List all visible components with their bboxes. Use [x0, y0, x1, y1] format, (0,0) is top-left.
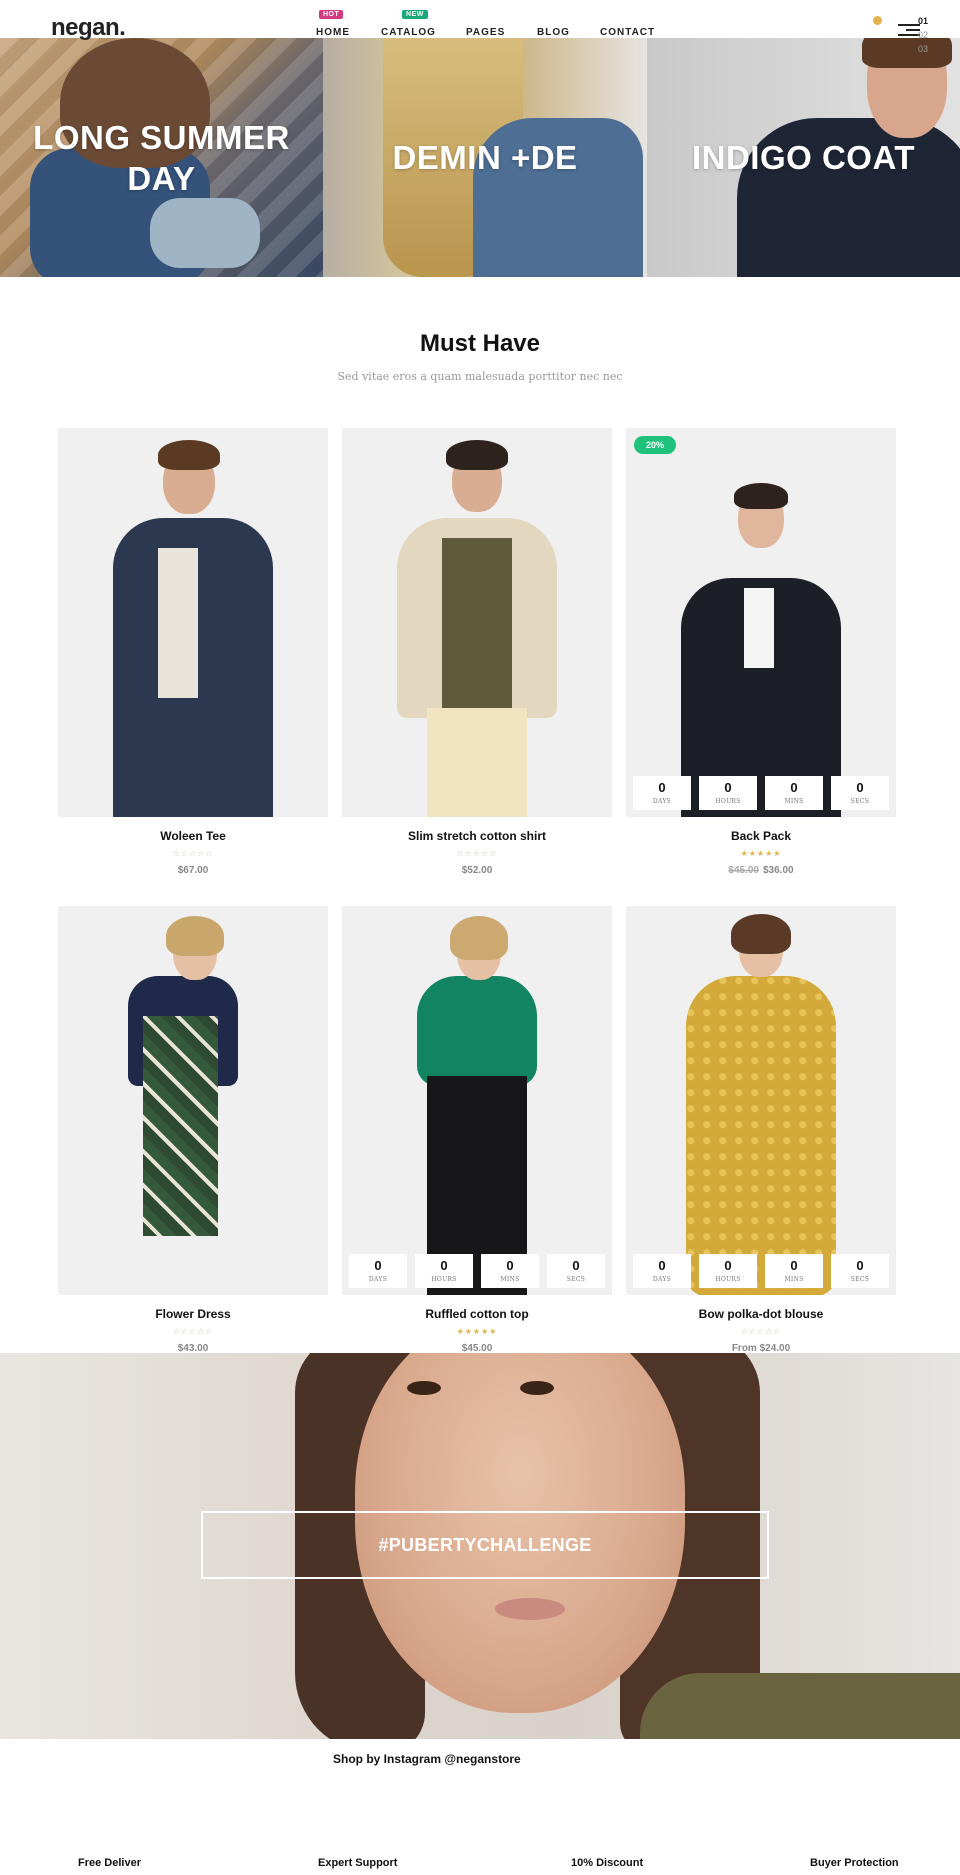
sale-badge: 20%	[634, 436, 677, 454]
product-image[interactable]: 0 DAYS 0 HOURS 0 MINS 0 SECS	[626, 906, 896, 1295]
feature-free-delivery: Free Deliver	[78, 1857, 141, 1869]
product-price: $52.00	[461, 865, 493, 876]
nav-pages[interactable]: PAGES	[466, 27, 505, 38]
product-name[interactable]: Slim stretch cotton shirt	[342, 829, 612, 843]
countdown-hours: 0 HOURS	[415, 1254, 473, 1288]
product-card[interactable]: 0 DAYS 0 HOURS 0 MINS 0 SECS Ruffled cotton …	[342, 906, 612, 1354]
site-header: negan. HOT HOME NEW CATALOG PAGES BLOG C…	[0, 0, 960, 54]
hero-panel-indigo[interactable]: INDIGO COAT	[647, 38, 960, 277]
feature-expert-support: Expert Support	[318, 1857, 398, 1869]
product-name[interactable]: Woleen Tee	[58, 829, 328, 843]
feature-discount: 10% Discount	[571, 1857, 644, 1869]
nav-catalog-label: CATALOG	[381, 27, 436, 38]
product-image[interactable]: 0 DAYS 0 HOURS 0 MINS 0 SECS	[342, 906, 612, 1295]
countdown-secs: 0 SECS	[831, 1254, 889, 1288]
star-rating: ☆☆☆☆☆	[740, 1327, 782, 1336]
nav-contact[interactable]: CONTACT	[600, 27, 655, 38]
countdown-secs: 0 SECS	[547, 1254, 605, 1288]
product-price: $67.00	[177, 865, 209, 876]
site-logo[interactable]: negan.	[51, 16, 126, 40]
nav-pages-label: PAGES	[466, 27, 506, 38]
countdown-days: 0 DAYS	[633, 1254, 691, 1288]
hero-title: DEMIN +DE	[392, 139, 578, 176]
product-image[interactable]	[58, 906, 328, 1295]
product-name[interactable]: Back Pack	[626, 829, 896, 843]
countdown-hours: 0 HOURS	[699, 1254, 757, 1288]
star-rating: ☆☆☆☆☆	[456, 849, 498, 858]
product-card[interactable]: 0 DAYS 0 HOURS 0 MINS 0 SECS Bow polka-dot b…	[626, 906, 896, 1354]
product-price: $45.00 $36.00	[728, 865, 794, 876]
star-rating: ★★★★★	[456, 1327, 498, 1336]
star-rating: ☆☆☆☆☆	[172, 1327, 214, 1336]
slide-index-2[interactable]: 02	[918, 28, 928, 42]
product-name[interactable]: Ruffled cotton top	[342, 1307, 612, 1321]
product-card[interactable]: 20% 0 DAYS 0 HOURS 0 MINS 0 SECS Back Pack ★…	[626, 428, 896, 876]
product-card[interactable]: Woleen Tee ☆☆☆☆☆ $67.00	[58, 428, 328, 876]
nav-contact-label: CONTACT	[600, 27, 656, 38]
slide-pagination: 01 02 03	[918, 14, 928, 56]
countdown-mins: 0 MINS	[765, 1254, 823, 1288]
countdown-timer: 0 DAYS 0 HOURS 0 MINS 0 SECS	[633, 1254, 889, 1288]
section-subtitle: Sed vitae eros a quam malesuada porttito…	[337, 370, 623, 383]
cart-count-badge[interactable]	[873, 16, 882, 25]
countdown-days: 0 DAYS	[349, 1254, 407, 1288]
countdown-hours: 0 HOURS	[699, 776, 757, 810]
countdown-days: 0 DAYS	[633, 776, 691, 810]
product-name[interactable]: Bow polka-dot blouse	[626, 1307, 896, 1321]
countdown-mins: 0 MINS	[765, 776, 823, 810]
product-card[interactable]: Flower Dress ☆☆☆☆☆ $43.00	[58, 906, 328, 1354]
star-rating: ☆☆☆☆☆	[172, 849, 214, 858]
hamburger-menu-icon[interactable]	[898, 24, 920, 36]
hero-banner: LONG SUMMER DAY DEMIN +DE INDIGO COAT	[0, 38, 960, 277]
instagram-banner: #PUBERTYCHALLENGE	[0, 1353, 960, 1739]
product-card[interactable]: Slim stretch cotton shirt ☆☆☆☆☆ $52.00	[342, 428, 612, 876]
hot-badge: HOT	[319, 10, 344, 19]
feature-buyer-protection: Buyer Protection	[810, 1857, 899, 1869]
hero-panel-denim[interactable]: DEMIN +DE	[323, 38, 647, 277]
instagram-caption[interactable]: Shop by Instagram @neganstore	[333, 1752, 521, 1766]
countdown-mins: 0 MINS	[481, 1254, 539, 1288]
slide-index-3[interactable]: 03	[918, 42, 928, 56]
countdown-secs: 0 SECS	[831, 776, 889, 810]
nav-blog[interactable]: BLOG	[537, 27, 570, 38]
hero-title: LONG SUMMER DAY	[33, 118, 290, 197]
product-name[interactable]: Flower Dress	[58, 1307, 328, 1321]
hero-title: INDIGO COAT	[691, 139, 916, 176]
countdown-timer: 0 DAYS 0 HOURS 0 MINS 0 SECS	[349, 1254, 605, 1288]
hero-panel-summer[interactable]: LONG SUMMER DAY	[0, 38, 323, 277]
nav-blog-label: BLOG	[537, 27, 570, 38]
nav-catalog[interactable]: NEW CATALOG	[381, 10, 436, 38]
instagram-hashtag: #PUBERTYCHALLENGE	[378, 1534, 592, 1555]
new-badge: NEW	[402, 10, 428, 19]
nav-home-label: HOME	[316, 27, 350, 38]
product-image[interactable]	[342, 428, 612, 817]
instagram-hashtag-button[interactable]: #PUBERTYCHALLENGE	[201, 1511, 769, 1579]
old-price: $45.00	[728, 865, 759, 876]
nav-home[interactable]: HOT HOME	[316, 10, 350, 38]
product-image[interactable]: 20% 0 DAYS 0 HOURS 0 MINS 0 SECS	[626, 428, 896, 817]
product-image[interactable]	[58, 428, 328, 817]
section-title: Must Have	[419, 330, 541, 357]
star-rating: ★★★★★	[740, 849, 782, 858]
countdown-timer: 0 DAYS 0 HOURS 0 MINS 0 SECS	[633, 776, 889, 810]
slide-index-1[interactable]: 01	[918, 14, 928, 28]
